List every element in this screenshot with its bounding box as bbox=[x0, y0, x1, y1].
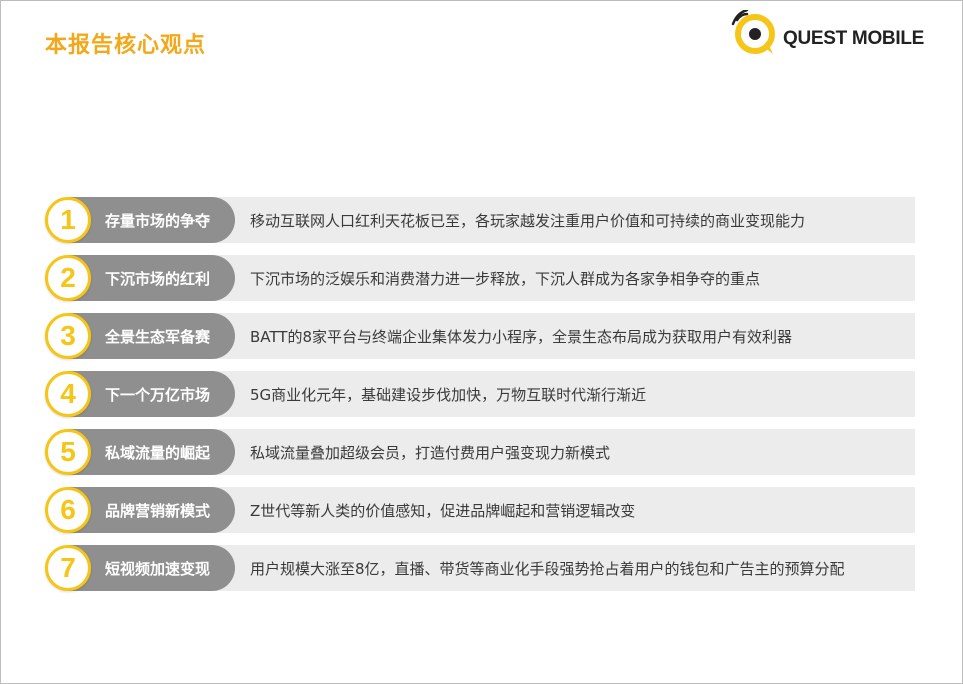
list-item: 全景生态军备赛 BATT的8家平台与终端企业集体发力小程序，全景生态布局成为获取… bbox=[45, 311, 917, 361]
point-number: 3 bbox=[60, 320, 76, 351]
list-item: 私域流量的崛起 私域流量叠加超级会员，打造付费用户强变现力新模式 5 bbox=[45, 427, 917, 477]
page-title: 本报告核心观点 bbox=[45, 33, 207, 58]
slide: 本报告核心观点 QUEST MOBILE 存量市场的争夺 移动互联网人口红利天花… bbox=[0, 0, 963, 684]
point-number: 4 bbox=[60, 378, 76, 409]
number-badge: 5 bbox=[45, 429, 91, 475]
point-description: Z世代等新人类的价值感知，促进品牌崛起和营销逻辑改变 bbox=[250, 502, 636, 520]
number-badge: 6 bbox=[45, 487, 91, 533]
point-number: 7 bbox=[60, 552, 76, 583]
point-label: 短视频加速变现 bbox=[105, 560, 211, 578]
point-number: 2 bbox=[60, 262, 76, 293]
number-badge: 4 bbox=[45, 371, 91, 417]
number-badge: 2 bbox=[45, 255, 91, 301]
point-label: 存量市场的争夺 bbox=[105, 212, 211, 230]
point-description: 私域流量叠加超级会员，打造付费用户强变现力新模式 bbox=[250, 444, 611, 462]
point-description: 下沉市场的泛娱乐和消费潜力进一步释放，下沉人群成为各家争相争夺的重点 bbox=[250, 270, 761, 288]
point-label: 品牌营销新模式 bbox=[105, 502, 211, 520]
number-badge: 3 bbox=[45, 313, 91, 359]
brand-logo: QUEST MOBILE bbox=[729, 10, 939, 58]
list-item: 下沉市场的红利 下沉市场的泛娱乐和消费潜力进一步释放，下沉人群成为各家争相争夺的… bbox=[45, 253, 917, 303]
point-description: BATT的8家平台与终端企业集体发力小程序，全景生态布局成为获取用户有效利器 bbox=[250, 328, 792, 346]
number-badge: 7 bbox=[45, 545, 91, 591]
number-badge: 1 bbox=[45, 197, 91, 243]
point-label: 全景生态军备赛 bbox=[105, 328, 211, 346]
list-item: 品牌营销新模式 Z世代等新人类的价值感知，促进品牌崛起和营销逻辑改变 6 bbox=[45, 485, 917, 535]
point-description: 5G商业化元年，基础建设步伐加快，万物互联时代渐行渐近 bbox=[250, 386, 647, 404]
questmobile-logo-icon bbox=[731, 10, 775, 54]
list-item: 短视频加速变现 用户规模大涨至8亿，直播、带货等商业化手段强势抢占着用户的钱包和… bbox=[45, 543, 917, 593]
list-item: 存量市场的争夺 移动互联网人口红利天花板已至，各玩家越发注重用户价值和可持续的商… bbox=[45, 195, 917, 245]
point-number: 5 bbox=[60, 436, 76, 467]
point-label: 私域流量的崛起 bbox=[105, 444, 211, 462]
point-number: 1 bbox=[60, 204, 76, 235]
point-label: 下一个万亿市场 bbox=[105, 386, 211, 404]
point-label: 下沉市场的红利 bbox=[105, 270, 211, 288]
list-item: 下一个万亿市场 5G商业化元年，基础建设步伐加快，万物互联时代渐行渐近 4 bbox=[45, 369, 917, 419]
brand-name: QUEST MOBILE bbox=[783, 28, 925, 49]
point-description: 移动互联网人口红利天花板已至，各玩家越发注重用户价值和可持续的商业变现能力 bbox=[250, 212, 806, 230]
point-description: 用户规模大涨至8亿，直播、带货等商业化手段强势抢占着用户的钱包和广告主的预算分配 bbox=[250, 560, 845, 578]
point-number: 6 bbox=[60, 494, 76, 525]
